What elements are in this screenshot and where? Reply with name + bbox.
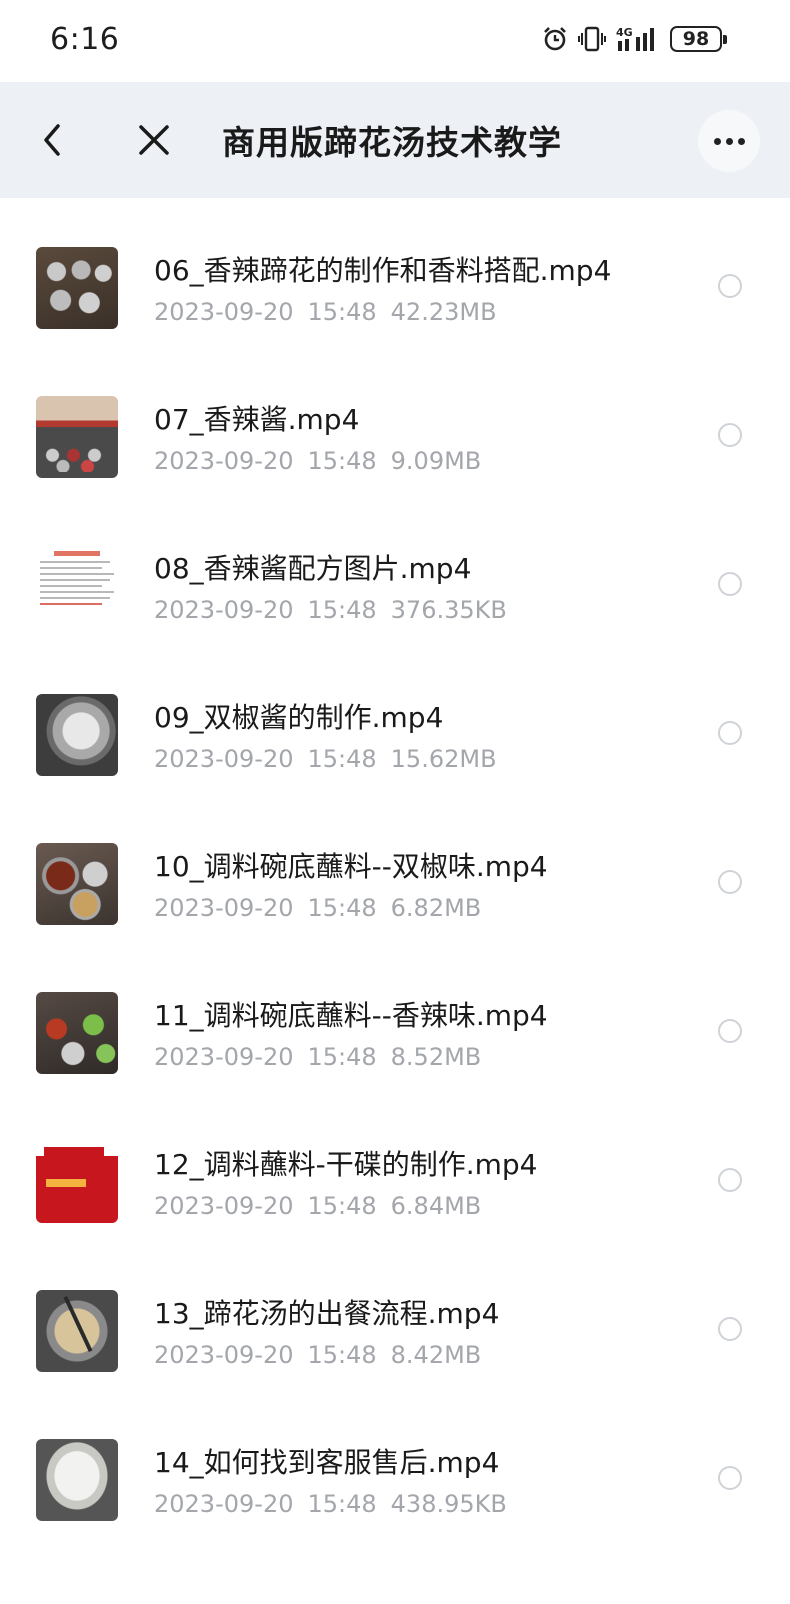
file-meta: 2023-09-20 15:48 376.35KB [154, 596, 521, 624]
network-label: 4G [616, 26, 633, 39]
file-time: 15:48 [307, 1192, 377, 1220]
file-meta: 2023-09-20 15:48 8.42MB [154, 1341, 495, 1369]
status-time: 6:16 [50, 22, 120, 57]
select-radio[interactable] [718, 1317, 742, 1341]
file-size: 9.09MB [390, 447, 482, 475]
select-radio[interactable] [718, 423, 742, 447]
file-date: 2023-09-20 [154, 1192, 294, 1220]
battery-icon: 98 [670, 26, 727, 52]
file-name: 11_调料碗底蘸料--香辣味.mp4 [154, 999, 548, 1032]
file-meta: 2023-09-20 15:48 42.23MB [154, 298, 511, 326]
more-button[interactable] [698, 110, 760, 172]
back-icon [44, 124, 60, 156]
file-name: 12_调料蘸料-干碟的制作.mp4 [154, 1148, 538, 1181]
file-item[interactable]: 11_调料碗底蘸料--香辣味.mp4 2023-09-20 15:48 8.52MB [0, 943, 790, 1092]
file-size: 438.95KB [390, 1490, 507, 1518]
close-button[interactable] [134, 120, 174, 160]
file-time: 15:48 [307, 1341, 377, 1369]
file-item[interactable]: 08_香辣酱配方图片.mp4 2023-09-20 15:48 376.35KB [0, 496, 790, 645]
select-radio[interactable] [718, 1466, 742, 1490]
video-thumbnail [36, 992, 118, 1074]
video-thumbnail [36, 247, 118, 329]
file-size: 6.82MB [390, 894, 482, 922]
file-name: 13_蹄花汤的出餐流程.mp4 [154, 1297, 500, 1330]
file-time: 15:48 [307, 1490, 377, 1518]
file-item[interactable]: 10_调料碗底蘸料--双椒味.mp4 2023-09-20 15:48 6.82MB [0, 794, 790, 943]
file-meta: 2023-09-20 15:48 15.62MB [154, 745, 511, 773]
select-radio[interactable] [718, 721, 742, 745]
close-icon [139, 125, 169, 155]
battery-level: 98 [682, 28, 710, 50]
file-name: 06_香辣蹄花的制作和香料搭配.mp4 [154, 254, 612, 287]
video-thumbnail [36, 1141, 118, 1223]
select-radio[interactable] [718, 870, 742, 894]
file-size: 15.62MB [390, 745, 497, 773]
signal-icon: 4G [616, 26, 654, 51]
select-radio[interactable] [718, 572, 742, 596]
file-time: 15:48 [307, 745, 377, 773]
page-title: 商用版蹄花汤技术教学 [222, 123, 562, 162]
back-button[interactable] [38, 120, 68, 160]
file-size: 6.84MB [390, 1192, 482, 1220]
file-meta: 2023-09-20 15:48 6.84MB [154, 1192, 495, 1220]
file-size: 376.35KB [390, 596, 507, 624]
video-thumbnail [36, 1439, 118, 1521]
status-icons: 4G 98 [542, 24, 727, 54]
select-radio[interactable] [718, 1019, 742, 1043]
file-size: 8.42MB [390, 1341, 482, 1369]
file-item[interactable]: 14_如何找到客服售后.mp4 2023-09-20 15:48 438.95KB [0, 1390, 790, 1539]
alarm-icon [544, 27, 566, 51]
file-name: 10_调料碗底蘸料--双椒味.mp4 [154, 850, 548, 883]
video-thumbnail [36, 1290, 118, 1372]
file-size: 42.23MB [390, 298, 497, 326]
file-meta: 2023-09-20 15:48 8.52MB [154, 1043, 495, 1071]
file-meta: 2023-09-20 15:48 438.95KB [154, 1490, 521, 1518]
file-name: 14_如何找到客服售后.mp4 [154, 1446, 500, 1479]
file-date: 2023-09-20 [154, 894, 294, 922]
file-item[interactable]: 13_蹄花汤的出餐流程.mp4 2023-09-20 15:48 8.42MB [0, 1241, 790, 1390]
file-date: 2023-09-20 [154, 596, 294, 624]
vibrate-icon [578, 26, 606, 52]
select-radio[interactable] [718, 1168, 742, 1192]
file-name: 07_香辣酱.mp4 [154, 403, 360, 436]
file-list: 06_香辣蹄花的制作和香料搭配.mp4 2023-09-20 15:48 42.23M… [0, 198, 790, 1539]
more-icon [713, 137, 721, 145]
file-date: 2023-09-20 [154, 298, 294, 326]
video-thumbnail [36, 694, 118, 776]
file-date: 2023-09-20 [154, 745, 294, 773]
video-thumbnail [36, 545, 118, 627]
file-date: 2023-09-20 [154, 447, 294, 475]
file-size: 8.52MB [390, 1043, 482, 1071]
file-item[interactable]: 07_香辣酱.mp4 2023-09-20 15:48 9.09MB [0, 347, 790, 496]
file-meta: 2023-09-20 15:48 6.82MB [154, 894, 495, 922]
file-item[interactable]: 09_双椒酱的制作.mp4 2023-09-20 15:48 15.62MB [0, 645, 790, 794]
file-item[interactable]: 12_调料蘸料-干碟的制作.mp4 2023-09-20 15:48 6.84MB [0, 1092, 790, 1241]
file-date: 2023-09-20 [154, 1043, 294, 1071]
file-date: 2023-09-20 [154, 1341, 294, 1369]
video-thumbnail [36, 396, 118, 478]
file-name: 08_香辣酱配方图片.mp4 [154, 552, 472, 585]
file-name: 09_双椒酱的制作.mp4 [154, 701, 444, 734]
file-time: 15:48 [307, 447, 377, 475]
video-thumbnail [36, 843, 118, 925]
file-item[interactable]: 06_香辣蹄花的制作和香料搭配.mp4 2023-09-20 15:48 42.23M… [0, 198, 790, 347]
file-time: 15:48 [307, 298, 377, 326]
file-meta: 2023-09-20 15:48 9.09MB [154, 447, 495, 475]
status-bar: 6:16 4G 98 [0, 0, 790, 82]
file-date: 2023-09-20 [154, 1490, 294, 1518]
file-time: 15:48 [307, 596, 377, 624]
file-time: 15:48 [307, 894, 377, 922]
file-time: 15:48 [307, 1043, 377, 1071]
nav-bar: 商用版蹄花汤技术教学 [0, 82, 790, 198]
select-radio[interactable] [718, 274, 742, 298]
